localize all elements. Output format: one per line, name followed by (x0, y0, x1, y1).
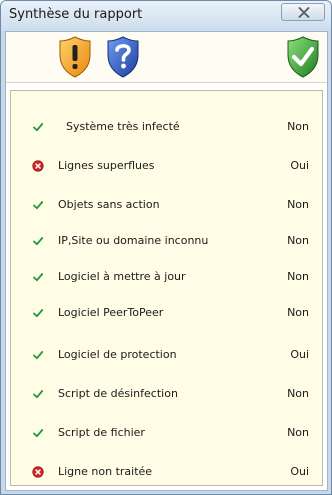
report-summary-window: Synthèse du rapport Système très infecté… (0, 0, 332, 495)
report-row: Objets sans action Non (11, 193, 322, 219)
close-button[interactable] (281, 3, 325, 21)
report-row: Système très infecté Non (11, 115, 322, 141)
row-label: Logiciel de protection (58, 348, 177, 361)
error-icon (32, 160, 44, 172)
check-icon (33, 429, 44, 438)
shield-bar (6, 32, 327, 83)
row-value: Non (287, 387, 309, 400)
row-value: Non (287, 120, 309, 133)
content-area: Système très infecté Non Lignes superflu… (5, 31, 328, 491)
report-row: Script de désinfection Non (11, 382, 322, 408)
check-shield-icon (287, 36, 319, 78)
row-label: Objets sans action (58, 198, 160, 211)
check-icon (33, 351, 44, 360)
row-label: Lignes superflues (58, 159, 155, 172)
row-label: Logiciel à mettre à jour (58, 270, 186, 283)
row-value: Oui (290, 159, 309, 172)
row-value: Oui (290, 465, 309, 478)
row-label: Script de désinfection (58, 387, 178, 400)
window-title: Synthèse du rapport (9, 7, 143, 22)
warning-shield-icon (59, 36, 91, 78)
title-bar: Synthèse du rapport (1, 1, 331, 31)
report-row: Lignes superflues Oui (11, 154, 322, 180)
row-value: Non (287, 270, 309, 283)
check-icon (33, 273, 44, 282)
check-icon (33, 123, 44, 132)
row-label: Script de fichier (58, 426, 145, 439)
report-row: Logiciel PeerToPeer Non (11, 301, 322, 327)
question-shield-icon (107, 36, 139, 78)
row-value: Non (287, 426, 309, 439)
row-label: Système très infecté (66, 120, 180, 133)
row-value: Non (287, 198, 309, 211)
report-row: IP,Site ou domaine inconnu Non (11, 229, 322, 255)
report-row: Logiciel de protection Oui (11, 343, 322, 369)
report-row: Logiciel à mettre à jour Non (11, 265, 322, 291)
check-icon (33, 390, 44, 399)
row-value: Non (287, 306, 309, 319)
check-icon (33, 237, 44, 246)
row-value: Oui (290, 348, 309, 361)
row-label: Ligne non traitée (58, 465, 153, 478)
check-icon (33, 201, 44, 210)
report-row: Ligne non traitée Oui (11, 460, 322, 486)
error-icon (32, 466, 44, 478)
row-value: Non (287, 234, 309, 247)
row-label: Logiciel PeerToPeer (58, 306, 164, 319)
report-row: Script de fichier Non (11, 421, 322, 447)
close-icon (298, 7, 310, 18)
report-list: Système très infecté Non Lignes superflu… (10, 90, 323, 486)
row-label: IP,Site ou domaine inconnu (58, 234, 209, 247)
check-icon (33, 309, 44, 318)
